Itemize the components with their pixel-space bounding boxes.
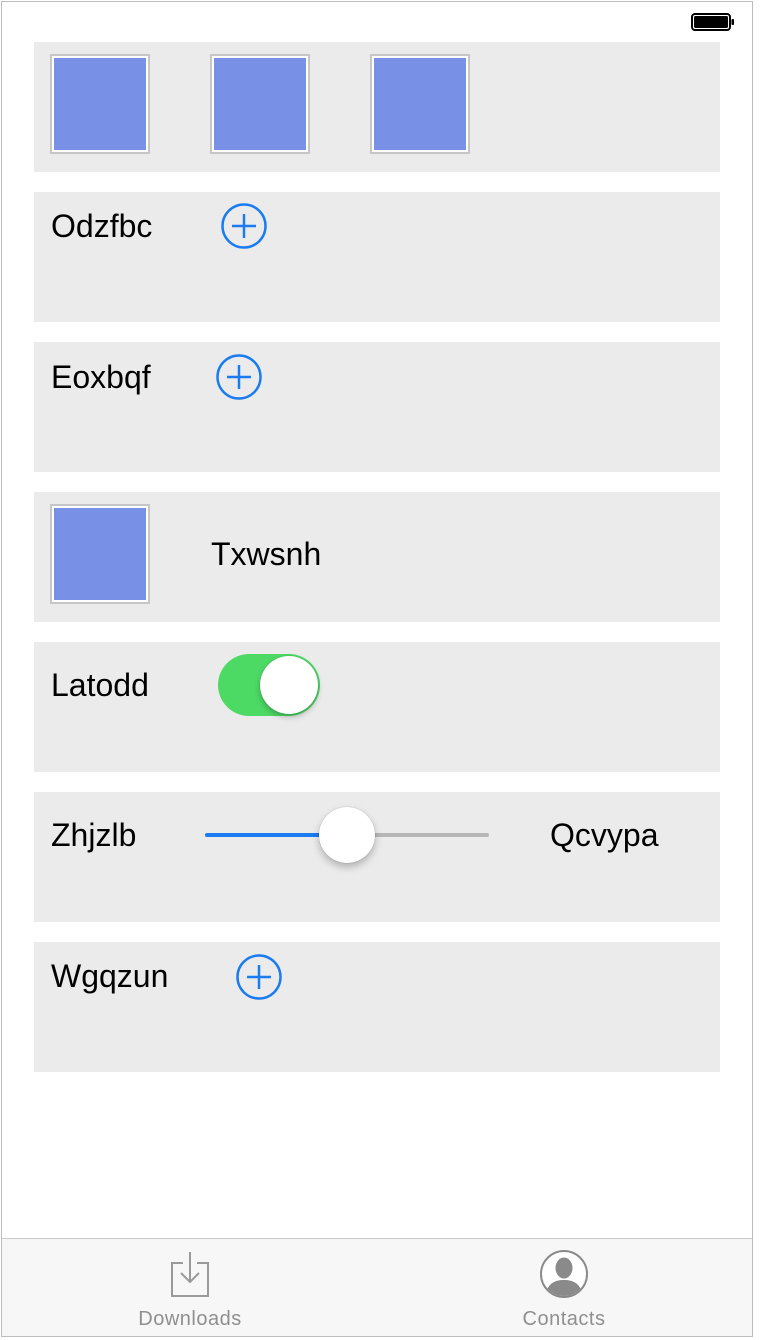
person-circle-icon bbox=[540, 1250, 588, 1298]
add-eoxbqf-button[interactable] bbox=[215, 353, 263, 401]
wgqzun-label: Wgqzun bbox=[51, 958, 169, 994]
latodd-label: Latodd bbox=[51, 667, 149, 703]
plus-circle-icon bbox=[216, 354, 262, 400]
thumbnail-image[interactable] bbox=[370, 54, 470, 154]
zhjzlb-row-panel: Zhjzlb Qcvypa bbox=[34, 792, 720, 922]
thumbnail-row-panel bbox=[34, 42, 720, 172]
thumbnail-image[interactable] bbox=[50, 54, 150, 154]
tab-contacts[interactable]: Contacts bbox=[464, 1239, 664, 1337]
tab-bar: Downloads Contacts bbox=[2, 1238, 752, 1336]
latodd-row-panel: Latodd bbox=[34, 642, 720, 772]
txwsnh-row-panel: Txwsnh bbox=[34, 492, 720, 622]
plus-circle-icon bbox=[221, 203, 267, 249]
qcvypa-label: Qcvypa bbox=[550, 817, 659, 853]
thumbnail-image[interactable] bbox=[210, 54, 310, 154]
txwsnh-label: Txwsnh bbox=[211, 536, 322, 572]
zhjzlb-label: Zhjzlb bbox=[51, 817, 137, 853]
eoxbqf-row-panel: Eoxbqf bbox=[34, 342, 720, 472]
odzfbc-row-panel: Odzfbc bbox=[34, 192, 720, 322]
eoxbqf-label: Eoxbqf bbox=[51, 359, 151, 395]
tab-downloads[interactable]: Downloads bbox=[90, 1239, 290, 1337]
tab-contacts-label: Contacts bbox=[522, 1308, 606, 1330]
latodd-toggle-switch[interactable] bbox=[218, 654, 320, 716]
add-wgqzun-button[interactable] bbox=[235, 953, 283, 1001]
plus-circle-icon bbox=[236, 954, 282, 1000]
download-tray-icon bbox=[171, 1252, 209, 1297]
toggle-knob bbox=[260, 656, 318, 714]
odzfbc-label: Odzfbc bbox=[51, 208, 153, 244]
add-odzfbc-button[interactable] bbox=[220, 202, 268, 250]
thumbnail-image[interactable] bbox=[50, 504, 150, 604]
zhjzlb-slider[interactable] bbox=[205, 804, 489, 864]
wgqzun-row-panel: Wgqzun bbox=[34, 942, 720, 1072]
tab-downloads-label: Downloads bbox=[138, 1308, 242, 1330]
battery-icon bbox=[691, 13, 734, 31]
slider-thumb[interactable] bbox=[319, 807, 375, 863]
